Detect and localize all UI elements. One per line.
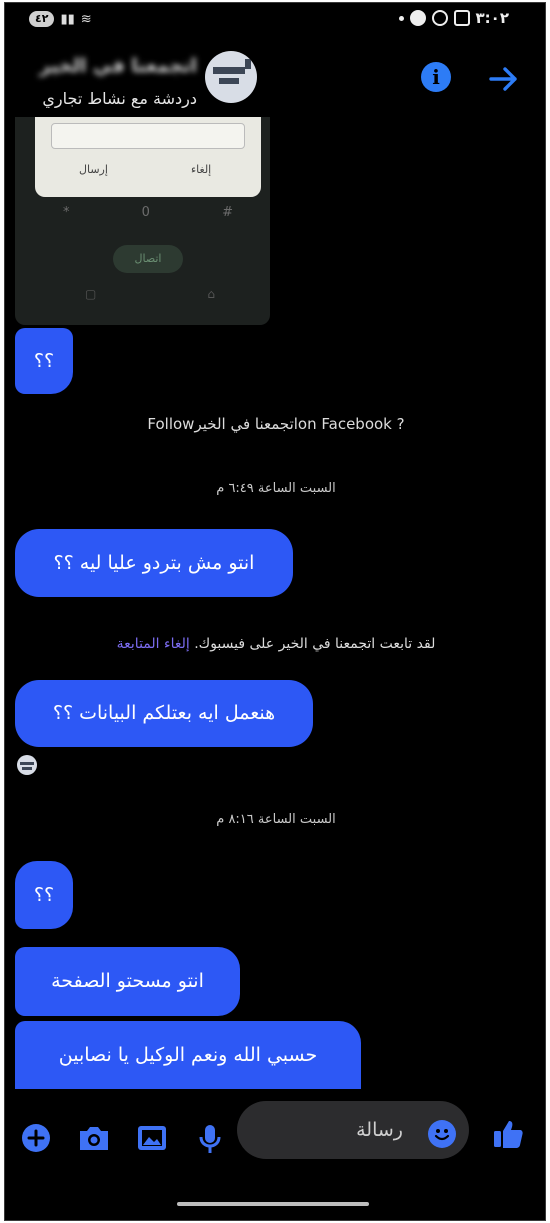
notification-dot-icon — [398, 15, 404, 21]
image-key: * — [63, 205, 70, 220]
unfollow-link[interactable]: إلغاء المتابعة — [117, 636, 190, 652]
image-key: 0 — [141, 205, 150, 220]
message-bubble[interactable]: هنعمل ايه بعتلكم البيانات ؟؟ — [15, 680, 313, 747]
home-indicator[interactable] — [177, 1202, 369, 1206]
avatar[interactable] — [205, 51, 257, 103]
camera-icon[interactable] — [77, 1123, 111, 1153]
status-right: ٣:٠٢ — [398, 9, 509, 27]
battery-indicator: ٤٢ — [29, 11, 55, 27]
image-dialog-send: إرسال — [79, 163, 108, 176]
follow-notice: لقد تابعت اتجمعنا في الخير على فيسبوك. إ… — [5, 636, 545, 652]
wifi-icon: ≋ — [80, 11, 92, 27]
image-nav-icon: ▢ — [85, 287, 97, 301]
like-icon[interactable] — [491, 1117, 525, 1151]
info-icon[interactable]: i — [421, 62, 451, 92]
plus-icon[interactable] — [21, 1123, 51, 1153]
message-bubble[interactable]: حسبي الله ونعم الوكيل يا نصابين — [15, 1021, 361, 1089]
image-bottom-nav: ▢ ⌂ — [85, 287, 215, 301]
image-dialog: إرسال إلغاء — [35, 117, 261, 197]
message-bubble[interactable]: انتو مسحتو الصفحة — [15, 947, 240, 1016]
back-arrow-icon[interactable] — [485, 61, 521, 97]
message-bubble[interactable]: ؟؟ — [15, 861, 73, 929]
timestamp: السبت الساعة ٨:١٦ م — [216, 812, 336, 827]
facebook-notification-icon — [409, 10, 426, 26]
status-bar: ٤٢ ▮▮ ≋ ٣:٠٢ — [5, 3, 545, 37]
image-key: # — [222, 205, 233, 220]
message-bubble[interactable]: انتو مش بتردو عليا ليه ؟؟ — [15, 529, 293, 597]
chat-title[interactable]: اتجمعنا في الخير — [29, 55, 197, 79]
microphone-icon[interactable] — [197, 1123, 223, 1155]
status-left: ٤٢ ▮▮ ≋ — [29, 11, 92, 27]
image-dialog-field — [51, 123, 245, 149]
whatsapp-notification-icon — [431, 10, 448, 26]
chat-subtitle: دردشة مع نشاط تجاري — [42, 89, 197, 108]
messenger-screen: ٤٢ ▮▮ ≋ ٣:٠٢ اتجمعنا في الخير دردشة مع ن… — [4, 2, 546, 1221]
shared-image-message[interactable]: إرسال إلغاء * 0 # اتصال ▢ ⌂ — [15, 117, 270, 325]
timestamp: السبت الساعة ٦:٤٩ م — [216, 481, 336, 496]
follow-notice-text: لقد تابعت اتجمعنا في الخير على فيسبوك. — [194, 636, 436, 652]
gallery-icon[interactable] — [136, 1123, 168, 1153]
image-call-button: اتصال — [113, 245, 183, 273]
chat-header: اتجمعنا في الخير دردشة مع نشاط تجاري i — [5, 39, 545, 117]
emoji-icon[interactable] — [428, 1120, 456, 1148]
signal-icon: ▮▮ — [60, 11, 75, 27]
message-bubble[interactable]: ؟؟ — [15, 328, 73, 394]
message-composer — [5, 1089, 545, 1179]
image-dialog-cancel: إلغاء — [191, 163, 212, 176]
clock: ٣:٠٢ — [475, 9, 509, 27]
screenshot-notification-icon — [453, 10, 470, 26]
follow-prompt: Followاتجمعنا في الخيرon Facebook ? — [147, 415, 405, 433]
image-keypad: * 0 # — [63, 205, 233, 220]
image-nav-icon: ⌂ — [207, 287, 215, 301]
seen-indicator-avatar — [17, 755, 37, 775]
